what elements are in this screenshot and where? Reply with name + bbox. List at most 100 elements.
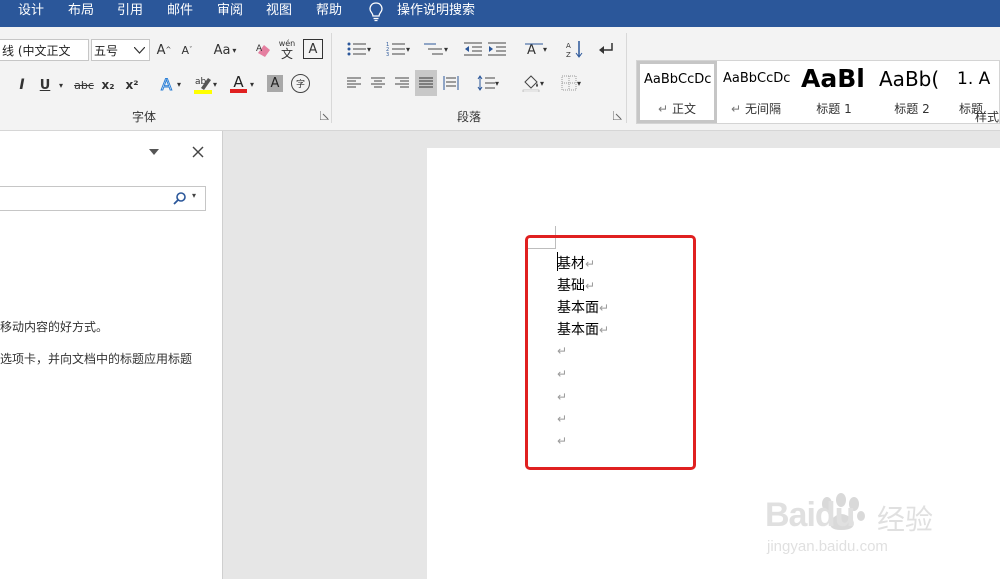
ribbon-tab-bar: 设计 布局 引用 邮件 审阅 视图 帮助 操作说明搜索 [0,0,1000,27]
svg-text:A: A [566,42,571,50]
style-preview: AaBb( [879,67,940,91]
paragraph-dialog-launcher-icon[interactable] [613,111,622,120]
style-preview: 1. A [957,69,991,89]
sort-button[interactable]: AZ [565,37,585,61]
chinese-layout-button[interactable]: A ▾ [520,37,552,61]
style-heading-2[interactable]: AaBb( 标题 2 [873,61,951,123]
watermark-cn: 经验 [877,503,934,536]
svg-text:A: A [527,43,536,57]
nav-search-input[interactable]: ▾ [0,186,206,211]
chevron-down-icon[interactable]: ▾ [192,191,196,200]
clear-format-button[interactable]: A [254,39,274,61]
watermark-url: jingyan.baidu.com [767,538,888,555]
show-marks-button[interactable] [596,37,616,61]
chinese-layout-icon: A [524,43,543,57]
nav-hint-line-2: 选项卡，并向文档中的标题应用标题 [0,352,193,366]
multilevel-list-icon [423,43,443,55]
chevron-down-icon[interactable] [149,149,159,155]
group-separator [331,33,332,123]
change-case-button[interactable]: Aa ▾ [209,39,241,61]
style-preview: AaBl [801,64,865,93]
align-center-button[interactable] [369,72,387,94]
char-shading-button[interactable]: A [267,75,283,92]
highlight-annotation-box [525,235,696,470]
svg-text:A: A [256,44,263,54]
navigation-pane: ▾ 移动内容的好方式。 选项卡，并向文档中的标题应用标题 [0,131,223,579]
decrease-indent-icon [464,42,482,56]
tab-mailings[interactable]: 邮件 [167,0,193,27]
font-size-value: 五号 [94,44,119,58]
align-right-button[interactable] [393,72,411,94]
font-color-button[interactable]: A ▾ [227,73,257,95]
paragraph-mark-icon [599,43,613,54]
lightbulb-icon[interactable] [369,2,383,22]
search-icon[interactable] [173,192,186,205]
increase-indent-icon [488,42,506,56]
highlight-color-button[interactable]: ab ▾ [190,73,220,95]
font-name-combo[interactable]: 线 (中文正文 [0,39,89,61]
text-effects-icon: A [160,75,172,93]
tab-design[interactable]: 设计 [18,0,44,27]
styles-group-label: 样式 [975,110,1000,124]
borders-icon [561,75,577,91]
close-icon[interactable] [192,146,204,158]
tell-me-search[interactable]: 操作说明搜索 [397,0,475,27]
font-size-combo[interactable]: 五号 [91,39,150,61]
style-name: 标题 1 [816,102,852,116]
subscript-button[interactable]: x₂ [100,75,116,95]
justify-icon [419,77,433,88]
text-effects-button[interactable]: A ▾ [155,73,185,95]
baidu-watermark: Baidu 经验 jingyan.baidu.com [765,468,955,558]
nav-hint-line-1: 移动内容的好方式。 [0,320,109,334]
phonetic-guide-button[interactable]: wén 文 [278,37,296,61]
italic-button[interactable]: I [16,75,28,95]
line-spacing-button[interactable]: ▾ [472,72,504,94]
font-dialog-launcher-icon[interactable] [320,111,329,120]
sort-icon: AZ [566,41,583,58]
style-preview: AaBbCcDc [644,72,712,87]
style-name: 正文 [671,102,696,116]
tab-view[interactable]: 视图 [266,0,292,27]
paragraph-group-label: 段落 [457,110,482,124]
justify-button[interactable] [415,70,437,96]
numbered-list-icon: 123 [386,42,405,57]
grow-font-button[interactable]: A ^ [156,39,172,61]
bullets-button[interactable]: ▾ [343,37,375,61]
superscript-button[interactable]: x² [124,75,140,95]
strikethrough-button[interactable]: abc [74,75,94,95]
watermark-brand: Baidu [765,496,855,534]
align-center-icon [371,77,385,88]
ribbon: 线 (中文正文 五号 A ^ Aˇ Aa ▾ A wén 文 A I U ▾ abc … [0,27,1000,131]
align-left-icon [347,77,361,88]
align-left-button[interactable] [345,72,363,94]
font-group-label: 字体 [132,110,157,124]
shrink-font-button[interactable]: Aˇ [179,39,195,61]
svg-text:A: A [161,75,172,93]
distributed-align-icon [443,76,459,90]
decrease-indent-button[interactable] [463,37,483,61]
borders-button[interactable]: ▾ [555,72,587,94]
chevron-down-icon[interactable]: ▾ [56,75,66,95]
style-no-spacing[interactable]: AaBbCcDc ↵ 无间隔 [717,61,795,123]
enclose-char-button[interactable]: 字 [291,74,310,93]
underline-button[interactable]: U [38,75,52,95]
tab-help[interactable]: 帮助 [316,0,342,27]
styles-gallery: AaBbCcDc ↵ 正文 AaBbCcDc ↵ 无间隔 AaBl 标题 1 A… [636,60,1000,124]
bullet-list-icon [347,42,366,56]
tab-layout[interactable]: 布局 [68,0,94,27]
tab-references[interactable]: 引用 [117,0,143,27]
shading-button[interactable]: ▾ [517,72,549,94]
tab-review[interactable]: 审阅 [217,0,243,27]
eraser-icon: A [256,44,270,57]
style-preview: AaBbCcDc [723,71,791,86]
style-name: 无间隔 [744,102,781,116]
distributed-button[interactable] [441,72,461,94]
multilevel-list-button[interactable]: ▾ [420,37,452,61]
style-name: 标题 2 [894,102,930,116]
style-heading-1[interactable]: AaBl 标题 1 [795,61,873,123]
style-normal[interactable]: AaBbCcDc ↵ 正文 [637,61,717,123]
numbering-button[interactable]: 1 2 3 ▾ [382,37,414,61]
align-right-icon [395,77,409,88]
char-border-button[interactable]: A [303,39,323,59]
increase-indent-button[interactable] [487,37,507,61]
